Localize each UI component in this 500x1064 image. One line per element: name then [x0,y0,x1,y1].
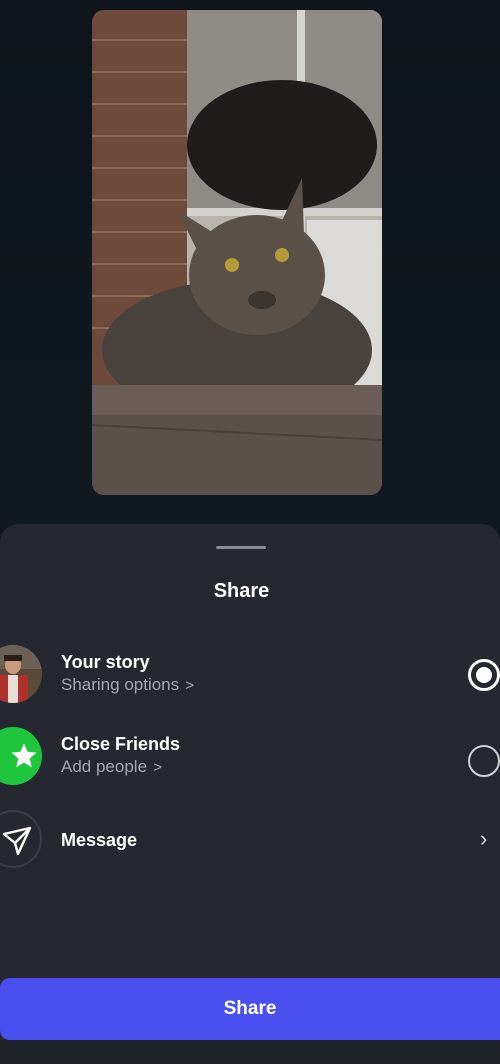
option-your-story[interactable]: Your story Sharing options > [0,645,500,709]
sheet-drag-handle[interactable] [216,546,266,549]
share-bottom-sheet: Share Your story Sharing options > Close [0,524,500,1064]
star-icon [0,727,42,785]
share-button[interactable]: Share [0,978,500,1040]
chevron-right-icon[interactable]: › [480,826,487,852]
option-close-friends[interactable]: Close Friends Add people > [0,727,500,791]
story-preview-image[interactable] [92,10,382,495]
avatar [0,645,42,703]
option-message[interactable]: Message › [0,810,500,874]
sharing-options-link[interactable]: Sharing options > [61,673,194,698]
story-preview-area [0,0,500,530]
your-story-radio[interactable] [468,659,500,691]
option-title: Message [61,830,138,850]
sheet-title: Share [213,580,270,602]
chevron-right-icon: > [149,759,162,776]
bottom-safe-area [0,1040,500,1064]
option-title: Your story [61,652,150,672]
add-people-link[interactable]: Add people > [61,755,180,780]
option-title: Close Friends [61,734,181,754]
chevron-right-icon: > [181,677,195,694]
paper-plane-icon [0,810,42,868]
close-friends-radio[interactable] [468,745,500,777]
cat-photo [92,10,382,495]
